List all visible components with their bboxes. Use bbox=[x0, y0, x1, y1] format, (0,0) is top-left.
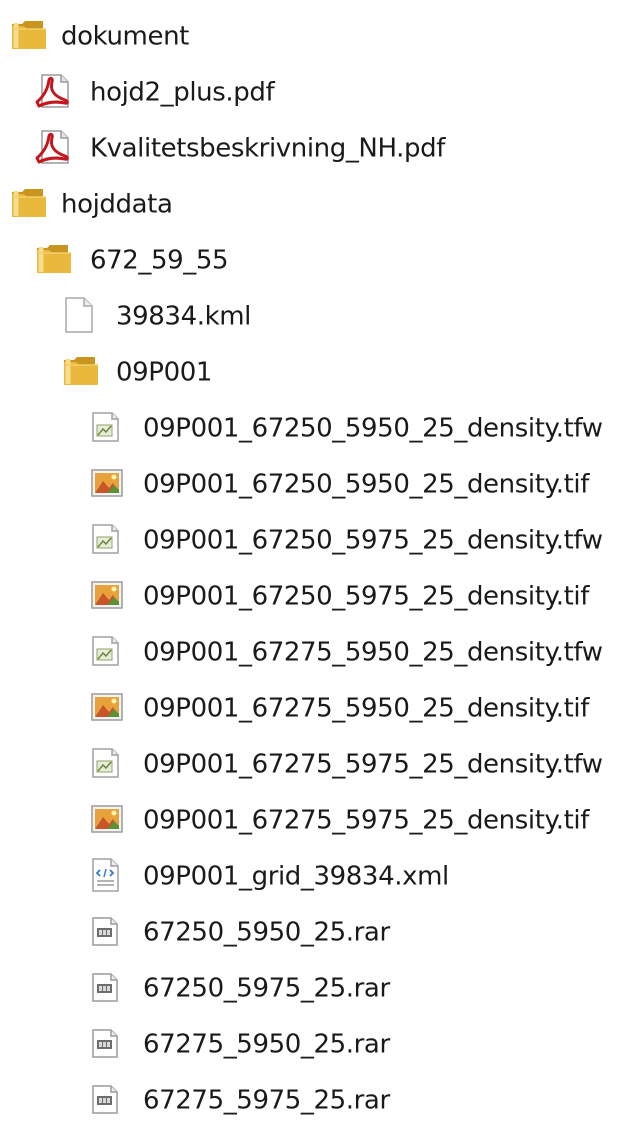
tree-item-file[interactable]: 09P001_67250_5975_25_density.tif bbox=[0, 569, 633, 625]
tif-image-icon bbox=[90, 579, 124, 615]
tree-item-label: 39834.kml bbox=[116, 301, 251, 332]
tree-item-label: hojddata bbox=[61, 189, 173, 220]
folder-icon bbox=[62, 354, 100, 392]
tree-item-label: 67250_5950_25.rar bbox=[143, 917, 390, 948]
blank-file-icon bbox=[62, 296, 96, 338]
tree-item-file[interactable]: 09P001_67275_5975_25_density.tfw bbox=[0, 737, 633, 793]
tree-item-label: 672_59_55 bbox=[90, 245, 229, 276]
tree-item-file[interactable]: 09P001_67250_5975_25_density.tfw bbox=[0, 513, 633, 569]
rar-archive-icon bbox=[90, 1083, 120, 1119]
pdf-file-icon bbox=[35, 128, 73, 170]
tree-item-label: 09P001 bbox=[116, 357, 212, 388]
tree-item-file[interactable]: 67250_5975_25.rar bbox=[0, 961, 633, 1017]
tree-item-label: 09P001_67275_5975_25_density.tfw bbox=[143, 749, 603, 780]
tif-image-icon bbox=[90, 803, 124, 839]
tree-item-39834-kml[interactable]: 39834.kml bbox=[0, 289, 633, 345]
tree-item-file[interactable]: 09P001_grid_39834.xml bbox=[0, 849, 633, 905]
tree-item-label: 09P001_67250_5975_25_density.tfw bbox=[143, 525, 603, 556]
xml-file-icon bbox=[90, 857, 122, 897]
folder-icon bbox=[35, 242, 73, 280]
pdf-file-icon bbox=[35, 72, 73, 114]
tree-item-file[interactable]: 67250_5950_25.rar bbox=[0, 905, 633, 961]
tree-item-file[interactable]: 09P001_67275_5975_25_density.tif bbox=[0, 793, 633, 849]
file-tree: dokument hojd2_plus.pdf Kvalitetsbeskriv… bbox=[0, 9, 633, 1129]
rar-archive-icon bbox=[90, 1027, 120, 1063]
tree-item-label: 09P001_grid_39834.xml bbox=[143, 861, 449, 892]
tfw-file-icon bbox=[90, 522, 122, 560]
tree-item-label: 67250_5975_25.rar bbox=[143, 973, 390, 1004]
tree-item-file[interactable]: 09P001_67275_5950_25_density.tfw bbox=[0, 625, 633, 681]
tree-item-dokument[interactable]: dokument bbox=[0, 9, 633, 65]
tree-item-label: 67275_5975_25.rar bbox=[143, 1085, 390, 1116]
tif-image-icon bbox=[90, 467, 124, 503]
rar-archive-icon bbox=[90, 915, 120, 951]
tree-item-label: 09P001_67275_5975_25_density.tif bbox=[143, 805, 590, 836]
tree-item-hojddata[interactable]: hojddata bbox=[0, 177, 633, 233]
tree-item-label: 67275_5950_25.rar bbox=[143, 1029, 390, 1060]
tree-item-kvalitetsbeskrivning-pdf[interactable]: Kvalitetsbeskrivning_NH.pdf bbox=[0, 121, 633, 177]
tfw-file-icon bbox=[90, 746, 122, 784]
folder-icon bbox=[10, 18, 48, 56]
tree-item-label: 09P001_67250_5950_25_density.tif bbox=[143, 469, 590, 500]
tree-item-file[interactable]: 09P001_67250_5950_25_density.tif bbox=[0, 457, 633, 513]
tree-item-09p001[interactable]: 09P001 bbox=[0, 345, 633, 401]
tree-item-672-59-55[interactable]: 672_59_55 bbox=[0, 233, 633, 289]
tree-item-label: 09P001_67275_5950_25_density.tif bbox=[143, 693, 590, 724]
rar-archive-icon bbox=[90, 971, 120, 1007]
tree-item-label: 09P001_67250_5975_25_density.tif bbox=[143, 581, 590, 612]
tree-item-file[interactable]: 67275_5975_25.rar bbox=[0, 1073, 633, 1129]
tree-item-file[interactable]: 09P001_67250_5950_25_density.tfw bbox=[0, 401, 633, 457]
tree-item-label: 09P001_67275_5950_25_density.tfw bbox=[143, 637, 603, 668]
folder-icon bbox=[10, 186, 48, 224]
tree-item-label: hojd2_plus.pdf bbox=[90, 77, 275, 108]
tree-item-label: 09P001_67250_5950_25_density.tfw bbox=[143, 413, 603, 444]
tree-item-label: Kvalitetsbeskrivning_NH.pdf bbox=[90, 133, 446, 164]
tree-item-file[interactable]: 67275_5950_25.rar bbox=[0, 1017, 633, 1073]
tfw-file-icon bbox=[90, 634, 122, 672]
tfw-file-icon bbox=[90, 410, 122, 448]
tif-image-icon bbox=[90, 691, 124, 727]
tree-item-label: dokument bbox=[61, 21, 189, 52]
tree-item-hojd2-plus-pdf[interactable]: hojd2_plus.pdf bbox=[0, 65, 633, 121]
tree-item-file[interactable]: 09P001_67275_5950_25_density.tif bbox=[0, 681, 633, 737]
